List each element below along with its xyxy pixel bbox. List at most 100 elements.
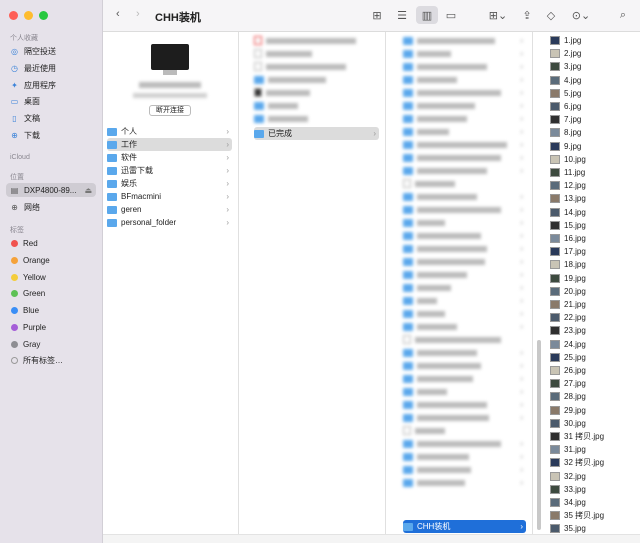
list-item[interactable] [403,177,526,190]
file-row[interactable]: 12.jpg [550,179,634,192]
list-item[interactable]: geren › [107,203,232,216]
list-item[interactable]: › [403,216,526,229]
tag-button[interactable]: ◇ [540,6,562,24]
list-item[interactable]: › [403,281,526,294]
file-row[interactable]: 21.jpg [550,298,634,311]
column-view-button[interactable]: ▥ [416,6,438,24]
list-view-button[interactable]: ☰ [391,6,413,24]
file-row[interactable]: 25.jpg [550,351,634,364]
file-row[interactable]: 14.jpg [550,206,634,219]
list-item[interactable]: 已完成 › [254,127,379,140]
list-item[interactable] [254,47,379,60]
close-window-button[interactable] [9,11,18,20]
minimize-window-button[interactable] [24,11,33,20]
list-item[interactable] [254,99,379,112]
tag-blue[interactable]: Blue [6,303,96,317]
list-item[interactable]: › [403,151,526,164]
file-row[interactable]: 4.jpg [550,74,634,87]
list-item[interactable] [403,424,526,437]
list-item[interactable]: › [403,294,526,307]
list-item[interactable]: 工作 › [107,138,232,151]
list-item[interactable]: › [403,476,526,489]
file-row[interactable]: 10.jpg [550,153,634,166]
gallery-view-button[interactable]: ▭ [440,6,462,24]
scrollbar[interactable] [537,340,541,530]
list-item[interactable]: › [403,463,526,476]
list-item[interactable]: › [403,164,526,177]
disconnect-button[interactable]: 断开连接 [149,105,191,116]
file-row[interactable]: 24.jpg [550,338,634,351]
file-row[interactable]: 1.jpg [550,34,634,47]
list-item[interactable]: › [403,242,526,255]
list-item[interactable]: › [403,450,526,463]
file-row[interactable]: 15.jpg [550,219,634,232]
file-row[interactable]: 33.jpg [550,483,634,496]
file-row[interactable]: 16.jpg [550,232,634,245]
file-row[interactable]: 30.jpg [550,417,634,430]
file-row[interactable]: 23.jpg [550,324,634,337]
file-row[interactable]: 26.jpg [550,364,634,377]
file-row[interactable]: 19.jpg [550,272,634,285]
list-item[interactable]: › [403,86,526,99]
back-icon[interactable]: ‹ [116,8,120,20]
file-row[interactable]: 28.jpg [550,390,634,403]
file-row[interactable]: 5.jpg [550,87,634,100]
list-item[interactable]: › [403,99,526,112]
list-item[interactable]: › [403,411,526,424]
list-item[interactable]: › [403,203,526,216]
group-button[interactable]: ⊞⌄ [484,6,512,24]
file-row[interactable]: 8.jpg [550,126,634,139]
tag-all[interactable]: 所有标签… [6,353,96,367]
sidebar-item-recents[interactable]: ◷ 最近使用 [6,61,96,75]
list-item[interactable] [254,86,379,99]
list-item[interactable]: 软件 › [107,151,232,164]
file-row[interactable]: 3.jpg [550,60,634,73]
search-button[interactable]: ⌕ [612,6,634,24]
file-row[interactable]: 35 拷贝.jpg [550,509,634,522]
list-item[interactable]: › [403,112,526,125]
list-item[interactable]: › [403,385,526,398]
sidebar-item-documents[interactable]: ▯ 文稿 [6,111,96,125]
list-item[interactable] [254,112,379,125]
list-item[interactable]: › [403,307,526,320]
list-item[interactable]: › [403,398,526,411]
list-item[interactable] [254,34,379,47]
file-row[interactable]: 9.jpg [550,140,634,153]
more-actions-button[interactable]: ⊙⌄ [567,6,595,24]
list-item[interactable]: › [403,229,526,242]
list-item[interactable]: › [403,60,526,73]
tag-orange[interactable]: Orange [6,253,96,267]
file-row[interactable]: 32.jpg [550,470,634,483]
icon-view-button[interactable]: ⊞ [366,6,388,24]
file-row[interactable]: 7.jpg [550,113,634,126]
file-row[interactable]: 11.jpg [550,166,634,179]
file-row[interactable]: 31.jpg [550,443,634,456]
file-row[interactable]: 34.jpg [550,496,634,509]
file-row[interactable]: 2.jpg [550,47,634,60]
tag-gray[interactable]: Gray [6,337,96,351]
zoom-window-button[interactable] [39,11,48,20]
file-row[interactable]: 6.jpg [550,100,634,113]
file-row[interactable]: 20.jpg [550,285,634,298]
file-row[interactable]: 18.jpg [550,258,634,271]
list-item-selected[interactable]: CHH装机 › [403,520,526,533]
list-item[interactable]: › [403,138,526,151]
list-item[interactable]: › [403,125,526,138]
sidebar-item-desktop[interactable]: ▭ 桌面 [6,94,96,108]
tag-red[interactable]: Red [6,236,96,250]
sidebar-item-downloads[interactable]: ⊕ 下载 [6,128,96,142]
file-row[interactable]: 27.jpg [550,377,634,390]
list-item[interactable]: › [403,346,526,359]
sidebar-item-airdrop[interactable]: ◎ 隔空投送 [6,44,96,58]
file-row[interactable]: 31 拷贝.jpg [550,430,634,443]
forward-icon[interactable]: › [136,8,140,20]
list-item[interactable]: › [403,255,526,268]
list-item[interactable] [254,60,379,73]
sidebar-item-nas[interactable]: ▤ DXP4800-89... ⏏ [6,183,96,197]
list-item[interactable]: personal_folder › [107,216,232,229]
tag-yellow[interactable]: Yellow [6,270,96,284]
tag-green[interactable]: Green [6,286,96,300]
file-row[interactable]: 29.jpg [550,404,634,417]
list-item[interactable]: › [403,34,526,47]
tag-purple[interactable]: Purple [6,320,96,334]
